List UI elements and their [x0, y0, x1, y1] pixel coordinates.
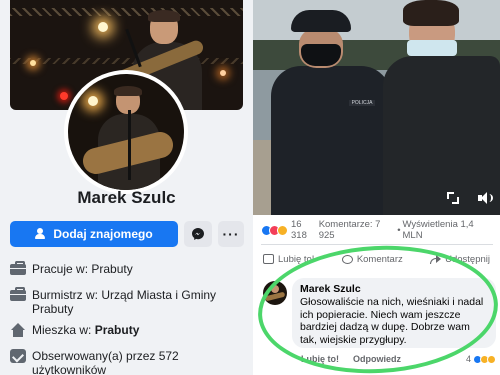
post-actions: Lubię to! Komentarz Udostępnij	[253, 251, 500, 267]
profile-name: Marek Szulc	[77, 188, 176, 207]
reactions-icons[interactable]	[261, 224, 288, 236]
reaction-count[interactable]: 16 318	[291, 219, 319, 241]
info-prefix: Pracuje w:	[32, 262, 92, 276]
info-lives-in: Mieszka w: Prabuty	[10, 323, 248, 337]
post-panel: POLICJA 16 318 Komentarze: 7 925 • Wyświ…	[253, 0, 500, 375]
profile-panel: Marek Szulc Dodaj znajomego ··· Pracuje …	[0, 0, 253, 375]
comments-count[interactable]: Komentarze: 7 925	[319, 219, 396, 241]
comment-reply-button[interactable]: Odpowiedz	[353, 354, 401, 364]
stage-light	[60, 92, 68, 100]
views-count: Wyświetlenia 1,4 MLN	[402, 219, 474, 241]
info-prefix: Mieszka w:	[32, 323, 95, 337]
fullscreen-icon[interactable]	[446, 191, 460, 205]
volume-icon[interactable]	[478, 191, 493, 205]
info-followers-text[interactable]: Obserwowany(a) przez 572 użytkowników	[32, 349, 248, 375]
more-label: ···	[222, 226, 240, 242]
comment-bubble: Marek Szulc Głosowaliście na nich, wieśn…	[292, 278, 496, 348]
comment-reaction-icons	[473, 354, 496, 364]
comment-reactions[interactable]: 4	[466, 354, 496, 364]
home-icon	[10, 323, 26, 337]
share-icon	[430, 254, 442, 264]
comment-label: Komentarz	[356, 253, 403, 265]
stage-truss	[10, 58, 243, 64]
comment-reaction-count: 4	[465, 354, 471, 364]
info-followers: Obserwowany(a) przez 572 użytkowników	[10, 349, 248, 375]
stage-light	[98, 22, 108, 32]
share-button[interactable]: Udostępnij	[430, 251, 490, 267]
messenger-button[interactable]	[184, 221, 212, 247]
divider	[261, 244, 493, 245]
detained-man-figure	[373, 0, 500, 215]
info-lives-in-value[interactable]: Prabuty	[95, 323, 140, 337]
post-stats: 16 318 Komentarze: 7 925 • Wyświetlenia …	[253, 219, 500, 241]
add-friend-button[interactable]: Dodaj znajomego	[10, 221, 178, 247]
video-controls	[446, 191, 493, 205]
profile-picture[interactable]	[64, 70, 188, 194]
thumbs-up-icon	[263, 254, 274, 264]
police-badge: POLICJA	[349, 100, 375, 106]
info-work-value[interactable]: Prabuty	[91, 262, 132, 276]
comment-text: Głosowaliście na nich, wieśniaki i nadal…	[300, 296, 484, 346]
video-player[interactable]: POLICJA	[253, 0, 500, 215]
comment-author[interactable]: Marek Szulc	[300, 283, 488, 295]
stage-light	[220, 70, 226, 76]
followers-icon	[10, 349, 26, 363]
info-mayor: Burmistrz w: Urząd Miasta i Gminy Prabut…	[10, 287, 248, 316]
comment-icon	[341, 254, 353, 264]
info-prefix: Burmistrz w:	[32, 288, 102, 302]
briefcase-icon	[10, 261, 26, 275]
add-friend-label: Dodaj znajomego	[53, 227, 153, 241]
comment-avatar[interactable]	[263, 281, 287, 305]
share-label: Udostępnij	[445, 253, 490, 265]
briefcase-icon	[10, 287, 26, 301]
comment-button[interactable]: Komentarz	[341, 251, 403, 267]
like-label: Lubię to!	[278, 253, 315, 265]
comment-like-button[interactable]: Lubię to!	[301, 354, 339, 364]
stage-truss	[10, 8, 243, 16]
info-work: Pracuje w: Prabuty	[10, 261, 248, 276]
comment-actions: Lubię to! Odpowiedz 4	[301, 353, 496, 365]
like-button[interactable]: Lubię to!	[263, 251, 314, 267]
stage-light	[30, 60, 36, 66]
stats-separator: •	[397, 224, 401, 236]
more-options-button[interactable]: ···	[218, 221, 244, 247]
add-person-icon	[35, 228, 47, 240]
messenger-icon	[192, 228, 204, 240]
